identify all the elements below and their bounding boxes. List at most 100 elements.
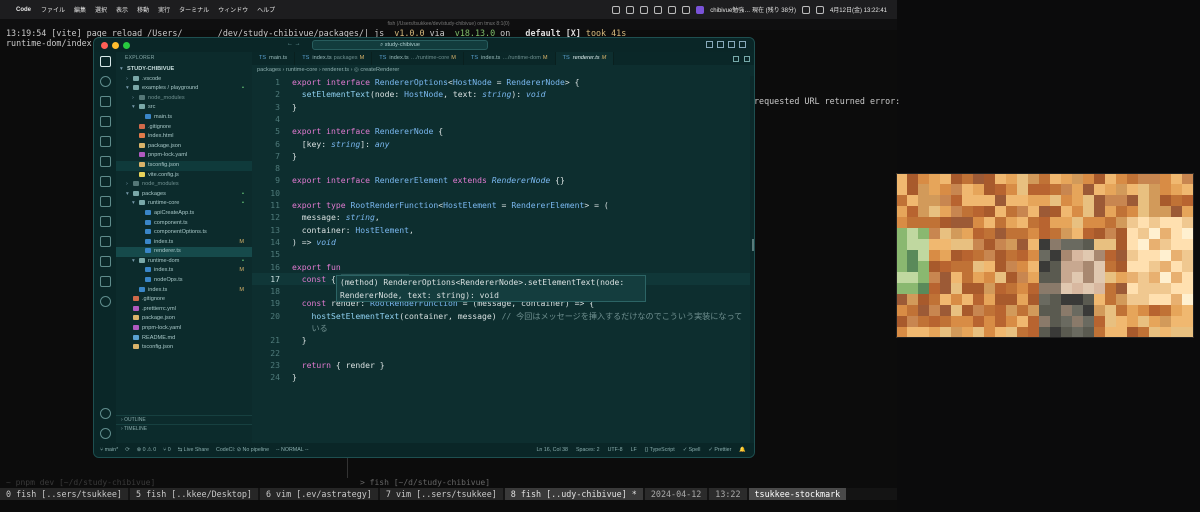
tree-folder[interactable]: ▾ runtime-core • bbox=[116, 199, 252, 209]
toggle-secondary-sidebar-icon[interactable] bbox=[728, 41, 735, 48]
explorer-icon[interactable] bbox=[99, 56, 111, 67]
tree-file[interactable]: package.json bbox=[116, 142, 252, 152]
tree-file[interactable]: index.ts M bbox=[116, 266, 252, 276]
tmux-window[interactable]: 5 fish [..kkee/Desktop] bbox=[129, 488, 258, 500]
split-editor-icon[interactable] bbox=[733, 55, 739, 62]
tree-file[interactable]: index.ts M bbox=[116, 238, 252, 248]
status-item[interactable]: CodeCl: ⊘ No pipeline bbox=[216, 447, 269, 453]
search-icon[interactable] bbox=[99, 76, 111, 87]
tray-icon[interactable] bbox=[640, 5, 649, 14]
status-item[interactable]: ⊗ 0 ⚠ 0 bbox=[137, 447, 157, 453]
status-item[interactable]: Ln 16, Col 38 bbox=[536, 447, 568, 453]
status-item[interactable]: ✓ Spell bbox=[683, 447, 701, 453]
tree-folder[interactable]: ▾ STUDY-CHIBIVUE bbox=[116, 65, 252, 75]
status-item[interactable]: ⑂ 0 bbox=[163, 447, 171, 453]
menu-item-go[interactable]: 移動 bbox=[137, 5, 149, 14]
notification-text[interactable]: chibivue勉強… 現在 (残り 38分) bbox=[710, 5, 796, 14]
tree-file[interactable]: .gitignore bbox=[116, 295, 252, 305]
tree-file[interactable]: index.html bbox=[116, 132, 252, 142]
wifi-icon[interactable] bbox=[801, 5, 810, 14]
command-center[interactable]: ⌕ study-chibivue bbox=[312, 40, 488, 50]
tree-folder[interactable]: ▾ examples / playground • bbox=[116, 84, 252, 94]
menu-item-help[interactable]: ヘルプ bbox=[257, 5, 275, 14]
tree-file[interactable]: nodeOps.ts bbox=[116, 276, 252, 286]
tmux-window[interactable]: 6 vim [.ev/astrategy] bbox=[259, 488, 378, 500]
status-item[interactable]: Spaces: 2 bbox=[576, 447, 600, 453]
tree-file[interactable]: component.ts bbox=[116, 219, 252, 229]
live-share-icon[interactable] bbox=[99, 216, 111, 227]
close-window-button[interactable] bbox=[101, 41, 108, 49]
tree-file[interactable]: tsconfig.json bbox=[116, 160, 252, 171]
editor-tab[interactable]: TS index.ts …/runtime-core M bbox=[372, 52, 464, 65]
tree-folder[interactable]: ▾ src bbox=[116, 103, 252, 113]
status-item[interactable]: UTF-8 bbox=[608, 447, 623, 453]
breadcrumb[interactable]: packages › runtime-core › renderer.ts › … bbox=[252, 65, 754, 76]
docker-icon[interactable] bbox=[99, 276, 111, 287]
tmux-window[interactable]: 7 vim [..sers/tsukkee] bbox=[379, 488, 503, 500]
tree-folder[interactable]: ▾ runtime-dom • bbox=[116, 257, 252, 267]
source-control-icon[interactable] bbox=[99, 96, 111, 107]
menu-item-edit[interactable]: 編集 bbox=[74, 5, 86, 14]
tmux-window[interactable]: 0 fish [..sers/tsukkee] bbox=[0, 488, 128, 500]
tree-file[interactable]: .prettierrc.yml bbox=[116, 305, 252, 315]
settings-gear-icon[interactable] bbox=[99, 428, 111, 439]
editor-tab[interactable]: TS renderer.ts M bbox=[555, 52, 615, 65]
tree-file[interactable]: vite.config.js bbox=[116, 171, 252, 181]
code-editor[interactable]: 1 export interface RendererOptions<HostNo… bbox=[252, 76, 754, 445]
scrollbar[interactable] bbox=[750, 76, 754, 445]
tree-file[interactable]: apiCreateApp.ts bbox=[116, 209, 252, 219]
tray-icon[interactable] bbox=[682, 5, 691, 14]
tray-icon-active[interactable] bbox=[696, 5, 705, 14]
gitlens-icon[interactable] bbox=[99, 236, 111, 247]
tray-icon[interactable] bbox=[612, 5, 621, 14]
tree-file[interactable]: componentOptions.ts bbox=[116, 228, 252, 238]
menu-item-window[interactable]: ウィンドウ bbox=[218, 5, 248, 14]
tree-file[interactable]: main.ts bbox=[116, 113, 252, 123]
menu-item-file[interactable]: ファイル bbox=[41, 5, 65, 14]
tree-file[interactable]: index.ts M bbox=[116, 286, 252, 296]
tree-file[interactable]: pnpm-lock.yaml bbox=[116, 151, 252, 161]
testing-icon[interactable] bbox=[99, 156, 111, 167]
customize-layout-icon[interactable] bbox=[739, 41, 746, 48]
toggle-sidebar-icon[interactable] bbox=[706, 41, 713, 48]
tree-file[interactable]: package.json bbox=[116, 314, 252, 324]
status-item[interactable]: LF bbox=[631, 447, 637, 453]
clock[interactable]: 4月12日(金) 13:22:41 bbox=[830, 5, 887, 14]
scrollbar-thumb[interactable] bbox=[752, 239, 754, 251]
status-item[interactable]: ⇆ Live Share bbox=[178, 447, 209, 453]
more-actions-icon[interactable] bbox=[744, 55, 750, 62]
tree-file[interactable]: pnpm-lock.yaml bbox=[116, 324, 252, 334]
more-icon[interactable] bbox=[99, 296, 111, 307]
timeline-icon[interactable] bbox=[99, 256, 111, 267]
editor-tab[interactable]: TS index.ts packages M bbox=[295, 52, 373, 65]
search-icon[interactable] bbox=[815, 5, 824, 14]
status-item[interactable]: 🔔 bbox=[739, 447, 746, 453]
status-item[interactable]: ✓ Prettier bbox=[708, 447, 731, 453]
tmux-window-active[interactable]: 8 fish [..udy-chibivue] * bbox=[504, 488, 643, 500]
tree-folder[interactable]: ▾ packages • bbox=[116, 190, 252, 200]
status-item[interactable]: {} TypeScript bbox=[645, 447, 675, 453]
status-item[interactable]: ⟳ bbox=[125, 447, 129, 453]
tree-file[interactable]: renderer.ts bbox=[116, 247, 252, 257]
menu-item-select[interactable]: 選択 bbox=[95, 5, 107, 14]
remote-explorer-icon[interactable] bbox=[99, 196, 111, 207]
toggle-panel-icon[interactable] bbox=[717, 41, 724, 48]
status-item[interactable]: ⑂ main* bbox=[100, 447, 118, 453]
tray-icon[interactable] bbox=[668, 5, 677, 14]
tree-file[interactable]: README.md bbox=[116, 334, 252, 344]
menu-item-terminal[interactable]: ターミナル bbox=[179, 5, 209, 14]
outline-section[interactable]: › OUTLINE bbox=[116, 415, 252, 424]
menu-item-run[interactable]: 実行 bbox=[158, 5, 170, 14]
status-item[interactable]: -- NORMAL -- bbox=[276, 447, 308, 453]
zoom-window-button[interactable] bbox=[123, 41, 130, 49]
run-debug-icon[interactable] bbox=[99, 116, 111, 127]
nav-arrows-icon[interactable]: ← → bbox=[287, 41, 301, 47]
timeline-section[interactable]: › TIMELINE bbox=[116, 424, 252, 433]
tray-icon[interactable] bbox=[654, 5, 663, 14]
editor-tab[interactable]: TS index.ts …/runtime-dom M bbox=[464, 52, 556, 65]
tree-folder[interactable]: › node_modules bbox=[116, 94, 252, 104]
tree-folder[interactable]: › .vscode bbox=[116, 75, 252, 85]
github-icon[interactable] bbox=[99, 176, 111, 187]
tree-file[interactable]: tsconfig.json bbox=[116, 343, 252, 353]
tree-folder[interactable]: › node_modules bbox=[116, 180, 252, 190]
